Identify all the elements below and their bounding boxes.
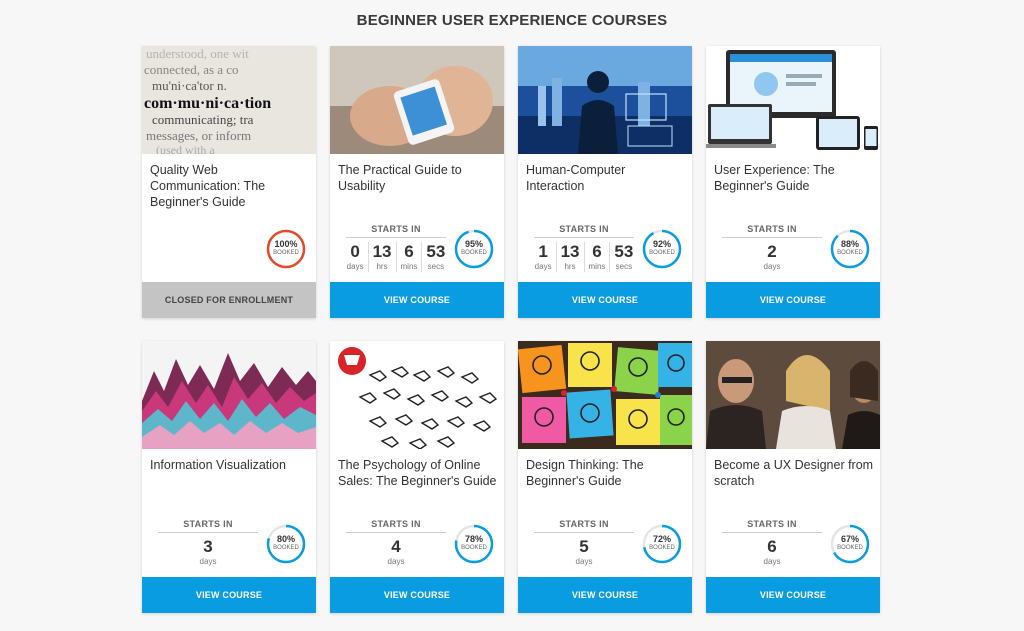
view-course-button[interactable]: VIEW COURSE [706,282,880,318]
view-course-button[interactable]: VIEW COURSE [330,577,504,613]
course-card[interactable]: Become a UX Designer from scratch STARTS… [706,341,880,613]
starts-in-label: STARTS IN [346,519,446,533]
starts-in-countdown: STARTS IN 4 days [338,519,454,567]
view-course-button[interactable]: VIEW COURSE [518,577,692,613]
booked-indicator: 92% BOOKED [642,229,682,269]
course-image[interactable] [706,341,880,449]
starts-in-label: STARTS IN [158,519,258,533]
booked-percent: 80% [276,534,295,544]
closed-enrollment-button: CLOSED FOR ENROLLMENT [142,282,316,318]
booked-indicator: 72% BOOKED [642,524,682,564]
countdown-hours: 13 hrs [555,242,584,272]
booked-percent: 78% [464,534,483,544]
course-card[interactable]: Human-Computer Interaction STARTS IN 1 da… [518,46,692,318]
course-title[interactable]: User Experience: The Beginner's Guide [714,162,874,194]
booked-label: BOOKED [461,545,487,551]
view-course-button[interactable]: VIEW COURSE [330,282,504,318]
course-image[interactable]: understood, one wit connected, as a co m… [142,46,316,154]
booked-label: BOOKED [837,250,863,256]
booked-label: BOOKED [461,250,487,256]
countdown-days: 3 days [199,537,217,566]
course-card[interactable]: The Practical Guide to Usability STARTS … [330,46,504,318]
booked-label: BOOKED [273,250,299,256]
course-title[interactable]: Design Thinking: The Beginner's Guide [526,457,686,489]
starts-in-countdown: STARTS IN 6 days [714,519,830,567]
starts-in-label: STARTS IN [722,519,822,533]
starts-in-label: STARTS IN [346,224,446,238]
svg-text:com·mu·ni·ca·tion: com·mu·ni·ca·tion [144,95,271,112]
countdown-days: 2 days [763,242,781,271]
booked-label: BOOKED [649,250,675,256]
booked-indicator: 95% BOOKED [454,229,494,269]
countdown-minutes: 6 mins [395,242,422,272]
booked-indicator: 78% BOOKED [454,524,494,564]
course-title[interactable]: Human-Computer Interaction [526,162,686,194]
countdown-hours: 13 hrs [367,242,396,272]
booked-percent: 67% [840,534,859,544]
course-card[interactable]: User Experience: The Beginner's Guide ST… [706,46,880,318]
course-image[interactable] [142,341,316,449]
course-card[interactable]: The Psychology of Online Sales: The Begi… [330,341,504,613]
svg-text:(used with a: (used with a [156,143,215,154]
starts-in-countdown: STARTS IN 3 days [150,519,266,567]
course-title[interactable]: Quality Web Communication: The Beginner'… [150,162,310,210]
starts-in-label: STARTS IN [534,224,634,238]
view-course-button[interactable]: VIEW COURSE [518,282,692,318]
starts-in-countdown: STARTS IN 2 days [714,224,830,272]
countdown-days: 0 days [346,242,364,271]
course-image[interactable] [518,341,692,449]
booked-label: BOOKED [649,545,675,551]
course-card[interactable]: understood, one wit connected, as a co m… [142,46,316,318]
booked-label: BOOKED [273,545,299,551]
view-course-button[interactable]: VIEW COURSE [706,577,880,613]
course-card[interactable]: Design Thinking: The Beginner's Guide ST… [518,341,692,613]
booked-percent: 88% [840,239,859,249]
svg-text:messages, or inform: messages, or inform [146,128,251,143]
course-title[interactable]: Become a UX Designer from scratch [714,457,874,489]
course-card[interactable]: Information Visualization STARTS IN 3 day… [142,341,316,613]
booked-indicator: 88% BOOKED [830,229,870,269]
booked-percent: 72% [652,534,671,544]
starts-in-countdown: STARTS IN 5 days [526,519,642,567]
booked-indicator: 100% BOOKED [266,229,306,269]
course-image[interactable] [330,341,504,449]
booked-label: BOOKED [837,545,863,551]
course-title[interactable]: The Practical Guide to Usability [338,162,498,194]
booked-indicator: 80% BOOKED [266,524,306,564]
svg-text:understood, one wit: understood, one wit [146,46,249,61]
course-title[interactable]: The Psychology of Online Sales: The Begi… [338,457,498,489]
starts-in-label: STARTS IN [534,519,634,533]
countdown-seconds: 53 secs [609,242,637,272]
starts-in-countdown: STARTS IN 1 days 13 hrs 6 mins 53 secs [526,224,642,272]
course-title[interactable]: Information Visualization [150,457,310,473]
countdown-days: 5 days [575,537,593,566]
booked-percent: 92% [652,239,671,249]
page-title: BEGINNER USER EXPERIENCE COURSES [356,12,668,29]
booked-percent: 95% [464,239,483,249]
course-image[interactable] [706,46,880,154]
countdown-days: 1 days [534,242,552,271]
course-image[interactable] [518,46,692,154]
starts-in-label: STARTS IN [722,224,822,238]
countdown-days: 4 days [387,537,405,566]
booked-percent: 100% [274,239,298,249]
svg-text:connected, as a co: connected, as a co [144,62,239,77]
countdown-days: 6 days [763,537,781,566]
countdown-minutes: 6 mins [583,242,610,272]
svg-text:communicating; tra: communicating; tra [152,112,254,127]
countdown-seconds: 53 secs [421,242,449,272]
course-image[interactable] [330,46,504,154]
booked-indicator: 67% BOOKED [830,524,870,564]
view-course-button[interactable]: VIEW COURSE [142,577,316,613]
svg-text:mu'ni·ca'tor n.: mu'ni·ca'tor n. [152,78,227,93]
starts-in-countdown: STARTS IN 0 days 13 hrs 6 mins 53 secs [338,224,454,272]
